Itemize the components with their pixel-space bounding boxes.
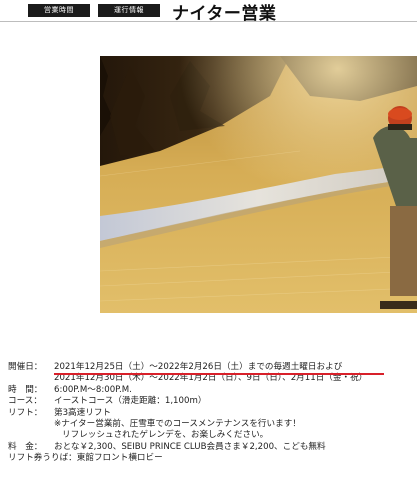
info-row-course: コース： イーストコース（滑走距離：1,100m） xyxy=(8,396,417,407)
course-label: コース： xyxy=(8,396,42,407)
header-divider xyxy=(0,21,417,22)
info-row-note1: ※ナイター営業前、圧雪車でのコースメンテナンスを行います！ xyxy=(8,419,417,430)
info-row-lift: リフト： 第3高速リフト xyxy=(8,408,417,419)
price-label: 料 金： xyxy=(8,441,43,452)
enjoy-note: リフレッシュされたゲレンデを、お楽しみください。 xyxy=(62,430,269,441)
course-value: イーストコース（滑走距離：1,100m） xyxy=(54,396,207,407)
ticket-value: 東館フロント横ロビー xyxy=(76,453,163,464)
info-row-note2: リフレッシュされたゲレンデを、お楽しみください。 xyxy=(8,430,417,441)
dates-range: 2021年12月25日（土）～2022年2月26日（土） xyxy=(54,362,248,372)
info-row-dates: 開催日： 2021年12月25日（土）～2022年2月26日（土）までの毎週土曜… xyxy=(8,362,417,375)
time-label: 時 間： xyxy=(8,384,43,395)
dates-underline xyxy=(54,373,384,375)
info-row-ticket: リフト券うりば： 東館フロント横ロビー xyxy=(8,453,417,464)
dates-weekly: までの毎週土曜日 xyxy=(247,362,317,372)
dates-and: および xyxy=(316,362,343,372)
page-header: 営業時間 運行情報 ナイター営業 xyxy=(0,0,417,36)
tab-operation-info[interactable]: 運行情報 xyxy=(98,4,160,17)
price-value: おとな￥2,300、SEIBU PRINCE CLUB会員さま￥2,200、こど… xyxy=(54,441,326,452)
lift-label: リフト： xyxy=(8,407,43,418)
info-row-price: 料 金： おとな￥2,300、SEIBU PRINCE CLUB会員さま￥2,2… xyxy=(8,442,417,453)
tab-business-hours[interactable]: 営業時間 xyxy=(28,4,90,17)
info-row-time: 時 間： 6:00P.M～8:00P.M. xyxy=(8,385,417,396)
lift-value: 第3高速リフト xyxy=(54,407,112,418)
info-row-dates-extra: 2021年12月30日（木）～2022年1月2日（日）、9日（日）、2月11日（… xyxy=(8,373,417,384)
ticket-label: リフト券うりば： xyxy=(8,453,77,464)
time-value: 6:00P.M～8:00P.M. xyxy=(54,384,132,395)
maintenance-note: ※ナイター営業前、圧雪車でのコースメンテナンスを行います！ xyxy=(54,418,301,429)
night-skiing-photo xyxy=(100,56,417,313)
night-session-info: 開催日： 2021年12月25日（土）～2022年2月26日（土）までの毎週土曜… xyxy=(8,362,417,465)
dates-label: 開催日： xyxy=(8,362,43,372)
dates-extra: 2021年12月30日（木）～2022年1月2日（日）、9日（日）、2月11日（… xyxy=(54,373,368,384)
dates-value: 2021年12月25日（土）～2022年2月26日（土）までの毎週土曜日および xyxy=(54,362,384,375)
